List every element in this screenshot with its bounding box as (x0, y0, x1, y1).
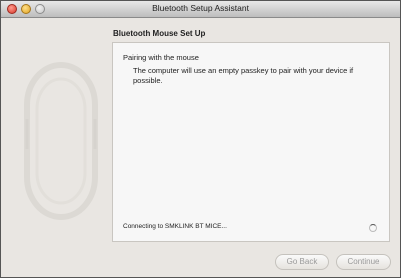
page-title: Bluetooth Mouse Set Up (113, 29, 206, 38)
panel-heading: Pairing with the mouse (123, 53, 199, 62)
title-bar: Bluetooth Setup Assistant (1, 1, 400, 18)
panel-description: The computer will use an empty passkey t… (133, 66, 354, 85)
mouse-icon (24, 62, 98, 220)
content-panel: Pairing with the mouse The computer will… (112, 42, 390, 242)
spinner-icon (369, 224, 377, 232)
window-title: Bluetooth Setup Assistant (152, 3, 249, 13)
continue-button[interactable]: Continue (336, 254, 391, 270)
go-back-button[interactable]: Go Back (275, 254, 329, 270)
connection-status: Connecting to SMKLINK BT MICE... (123, 223, 227, 230)
bluetooth-setup-window: Bluetooth Setup Assistant Bluetooth Mous… (0, 0, 401, 278)
